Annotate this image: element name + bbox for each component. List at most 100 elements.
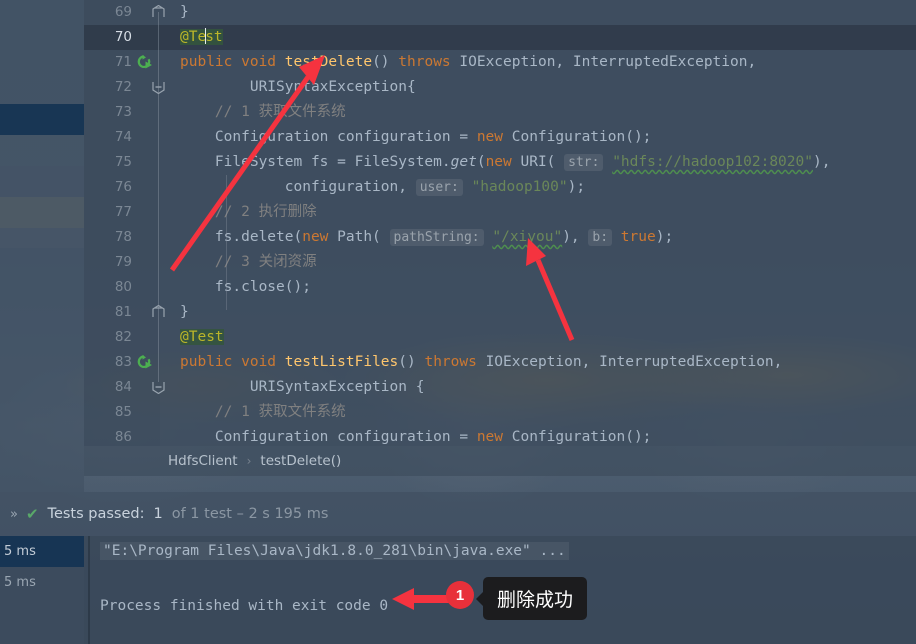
fold-end-icon[interactable] bbox=[152, 5, 167, 20]
console-panel[interactable]: 5 ms 5 ms "E:\Program Files\Java\jdk1.8.… bbox=[0, 536, 916, 644]
line-number: 77 bbox=[114, 204, 132, 220]
code-token: Path( bbox=[337, 229, 390, 245]
breadcrumb[interactable]: HdfsClient › testDelete() bbox=[84, 446, 916, 476]
line-number: 86 bbox=[114, 429, 132, 445]
code-token: void bbox=[241, 54, 285, 70]
code-editor[interactable]: 69} 70 @Test 71 public void testDelete() thr… bbox=[84, 0, 916, 446]
code-line[interactable]: 74 Configuration configuration = new Con… bbox=[84, 125, 916, 150]
code-token: Configuration configuration = bbox=[180, 429, 477, 445]
code-token: throws bbox=[398, 54, 460, 70]
code-line[interactable]: 86 Configuration configuration = new Con… bbox=[84, 425, 916, 446]
line-number: 78 bbox=[114, 229, 132, 245]
line-number: 84 bbox=[114, 379, 132, 395]
tests-passed-count: 1 bbox=[153, 506, 163, 522]
line-number: 75 bbox=[114, 154, 132, 170]
code-line[interactable]: 84 URISyntaxException { bbox=[84, 375, 916, 400]
code-text: } bbox=[180, 0, 189, 25]
console-output[interactable]: "E:\Program Files\Java\jdk1.8.0_281\bin\… bbox=[100, 536, 916, 644]
code-line[interactable]: 70 @Test bbox=[84, 25, 916, 50]
code-line[interactable]: 83 public void testListFiles() throws IOE… bbox=[84, 350, 916, 375]
test-tree-row[interactable] bbox=[0, 228, 84, 248]
code-line[interactable]: 75 FileSystem fs = FileSystem.get(new UR… bbox=[84, 150, 916, 175]
code-text: URISyntaxException{ bbox=[180, 75, 416, 100]
line-number: 82 bbox=[114, 329, 132, 345]
code-text: // 1 获取文件系统 bbox=[180, 100, 346, 125]
code-line[interactable]: 78 fs.delete(new Path( pathString: "/xiy… bbox=[84, 225, 916, 250]
line-number: 69 bbox=[114, 4, 132, 20]
code-text: Configuration configuration = new Config… bbox=[180, 425, 652, 446]
code-line[interactable]: 76 configuration, user: "hadoop100"); bbox=[84, 175, 916, 200]
code-token: // 1 获取文件系统 bbox=[180, 104, 346, 120]
line-number: 76 bbox=[114, 179, 132, 195]
test-duration[interactable]: 5 ms bbox=[0, 567, 84, 598]
code-token: Configuration configuration = bbox=[180, 129, 477, 145]
code-line[interactable]: 69} bbox=[84, 0, 916, 25]
line-number: 85 bbox=[114, 404, 132, 420]
fold-guide-line bbox=[158, 12, 159, 382]
code-token: testListFiles bbox=[284, 354, 399, 370]
code-line[interactable]: 71 public void testDelete() throws IOExce… bbox=[84, 50, 916, 75]
code-text: public void testDelete() throws IOExcept… bbox=[180, 50, 756, 75]
fold-end-icon[interactable] bbox=[152, 305, 167, 320]
code-token: ); bbox=[567, 179, 586, 195]
test-tree-selected-row[interactable] bbox=[0, 104, 84, 135]
code-token: IOException, InterruptedException, bbox=[459, 54, 757, 70]
code-token: // 3 关闭资源 bbox=[180, 254, 317, 270]
check-icon: ✔ bbox=[25, 505, 39, 523]
code-token: new bbox=[302, 229, 338, 245]
breadcrumb-method[interactable]: testDelete() bbox=[260, 453, 341, 469]
code-token: public bbox=[180, 54, 242, 70]
code-token: void bbox=[241, 354, 285, 370]
code-token: get bbox=[450, 154, 477, 170]
code-token: } bbox=[180, 4, 189, 20]
code-lines[interactable]: 69} 70 @Test 71 public void testDelete() thr… bbox=[84, 0, 916, 446]
code-token: @Test bbox=[180, 28, 223, 45]
code-token: IOException, InterruptedException, bbox=[485, 354, 783, 370]
code-token: @Test bbox=[180, 329, 224, 345]
fold-collapse-icon[interactable] bbox=[152, 380, 167, 395]
run-test-icon[interactable] bbox=[136, 54, 153, 71]
code-text: // 1 获取文件系统 bbox=[180, 400, 346, 425]
code-token: () bbox=[398, 354, 425, 370]
test-tree-panel[interactable] bbox=[0, 0, 84, 492]
code-line[interactable]: 81} bbox=[84, 300, 916, 325]
test-duration-selected[interactable]: 5 ms bbox=[0, 536, 84, 567]
test-tree-row[interactable] bbox=[0, 166, 84, 197]
code-token: Configuration(); bbox=[511, 129, 652, 145]
fold-collapse-icon[interactable] bbox=[152, 80, 167, 95]
code-token: fs.close(); bbox=[180, 279, 311, 295]
console-command-line: "E:\Program Files\Java\jdk1.8.0_281\bin\… bbox=[100, 542, 569, 560]
expand-chevrons-icon[interactable]: » bbox=[10, 507, 18, 522]
test-tree-row[interactable] bbox=[0, 135, 84, 166]
code-token: new bbox=[476, 429, 512, 445]
code-token: } bbox=[180, 304, 189, 320]
code-line[interactable]: 80 fs.close(); bbox=[84, 275, 916, 300]
run-test-icon[interactable] bbox=[136, 354, 153, 371]
code-token: "hadoop100" bbox=[471, 179, 568, 195]
breadcrumb-class[interactable]: HdfsClient bbox=[168, 453, 238, 469]
console-exit-line: Process finished with exit code 0 bbox=[100, 598, 389, 614]
code-token: Configuration(); bbox=[511, 429, 652, 445]
line-number: 80 bbox=[114, 279, 132, 295]
code-line[interactable]: 85 // 1 获取文件系统 bbox=[84, 400, 916, 425]
code-token: "hdfs://hadoop102:8020" bbox=[612, 154, 813, 170]
code-token: ( bbox=[476, 154, 486, 170]
code-token: configuration, bbox=[180, 179, 416, 195]
code-text: fs.delete(new Path( pathString: "/xiyou"… bbox=[180, 225, 673, 250]
code-line[interactable]: 73 // 1 获取文件系统 bbox=[84, 100, 916, 125]
code-line[interactable]: 72 URISyntaxException{ bbox=[84, 75, 916, 100]
code-text: // 2 执行删除 bbox=[180, 200, 317, 225]
code-line[interactable]: 77 // 2 执行删除 bbox=[84, 200, 916, 225]
code-token: "/xiyou" bbox=[492, 229, 563, 245]
line-number: 81 bbox=[114, 304, 132, 320]
test-tree-row[interactable] bbox=[0, 197, 84, 228]
code-text: @Test bbox=[180, 325, 224, 350]
code-line[interactable]: 79 // 3 关闭资源 bbox=[84, 250, 916, 275]
code-token: URI( bbox=[520, 154, 565, 170]
code-token: user: bbox=[415, 179, 463, 196]
console-test-list[interactable]: 5 ms 5 ms bbox=[0, 536, 84, 644]
code-line[interactable]: 82 @Test bbox=[84, 325, 916, 350]
code-token: new bbox=[485, 154, 521, 170]
